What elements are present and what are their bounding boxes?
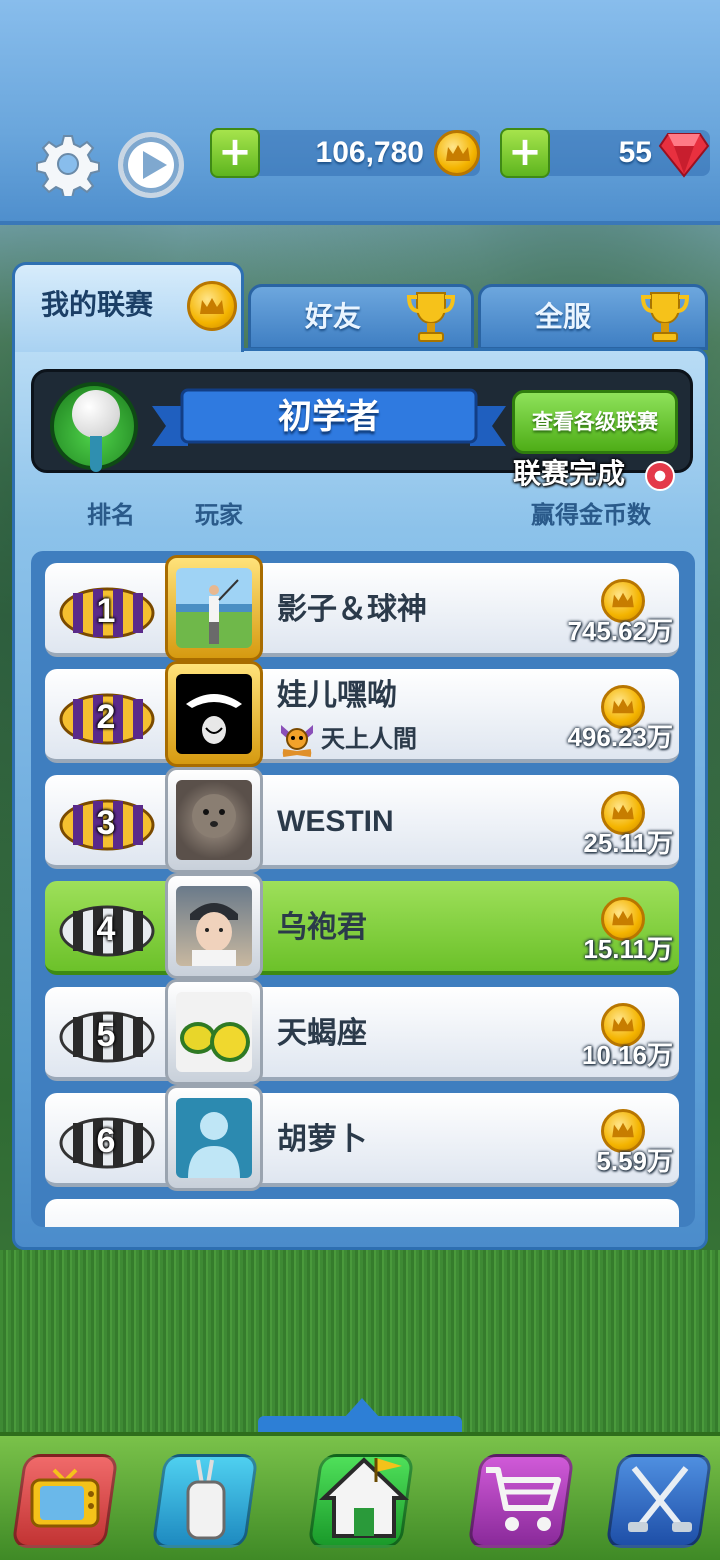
player-name: 影子＆球神	[277, 592, 427, 627]
gem-amount: 55	[618, 136, 652, 169]
player-name: 胡萝卜	[277, 1122, 367, 1157]
coin-counter: + 106,780	[210, 128, 480, 178]
column-header-player: 玩家	[195, 501, 243, 529]
tab-my-league[interactable]: 我的联赛	[12, 262, 244, 352]
avatar	[176, 780, 252, 860]
avatar	[176, 568, 252, 648]
player-name: 天蝎座	[277, 1016, 367, 1051]
skull-emblem-icon	[281, 725, 313, 757]
avatar-frame	[165, 979, 263, 1085]
golf-ball-icon	[50, 382, 138, 472]
default-avatar-icon	[188, 1112, 240, 1178]
league-status: 联赛完成	[513, 457, 626, 490]
table-row[interactable]: 5 天蝎座 10.16万	[45, 979, 679, 1085]
add-coins-button[interactable]: +	[210, 128, 260, 178]
play-icon	[143, 151, 167, 179]
tab-friends-label: 好友	[305, 300, 362, 333]
avatar-frame	[165, 873, 263, 979]
home-icon	[318, 1457, 410, 1538]
club-name: 天上人間	[321, 725, 417, 753]
nav-shop[interactable]	[466, 1446, 576, 1552]
avatar-frame	[165, 661, 263, 767]
tab-global-label: 全服	[535, 300, 592, 333]
gem-counter: + 55	[500, 128, 710, 178]
rank-number: 1	[96, 592, 116, 630]
crossed-clubs-icon	[628, 1466, 692, 1532]
view-leagues-button[interactable]: 查看各级联赛	[512, 390, 678, 454]
golf-bag-icon	[186, 1459, 226, 1540]
avatar	[176, 886, 252, 966]
rank-number: 3	[96, 804, 116, 842]
replay-button[interactable]	[118, 132, 184, 198]
reward-amount: 496.23万	[567, 722, 673, 752]
column-header-rank: 排名	[87, 501, 135, 529]
table-row[interactable]: 2 娃儿嘿呦 天上人間 496.23万	[45, 661, 679, 767]
leaderboard-list[interactable]: 1 影子＆球神 745.62万 2 娃儿嘿呦 天上人間 496.23万 3 WE…	[31, 551, 695, 1227]
rank-number: 2	[96, 698, 116, 736]
nav-home[interactable]	[306, 1446, 416, 1552]
league-panel: 初学者 查看各级联赛 联赛完成 排名 玩家 赢得金币数 1 影子＆球神 745.…	[12, 348, 708, 1250]
trophy-icon	[406, 292, 456, 342]
trophy-icon	[640, 292, 690, 342]
table-row[interactable]: 1 影子＆球神 745.62万	[45, 555, 679, 661]
avatar-frame	[165, 555, 263, 661]
column-header-coins: 赢得金币数	[531, 501, 651, 529]
league-tier-name: 初学者	[278, 397, 380, 437]
nav-tv[interactable]	[10, 1446, 120, 1552]
avatar	[176, 674, 252, 754]
coin-amount: 106,780	[315, 136, 424, 169]
nav-active-indicator	[344, 1398, 380, 1418]
reward-amount: 25.11万	[583, 828, 673, 858]
top-bar: + 106,780 + 55	[0, 0, 720, 225]
player-name: 娃儿嘿呦	[277, 678, 397, 713]
reward-amount: 15.11万	[583, 934, 673, 964]
avatar-frame	[165, 1085, 263, 1191]
table-row-partial[interactable]	[45, 1199, 679, 1227]
avatar	[176, 992, 252, 1072]
table-row-current-user[interactable]: 4 乌袍君 15.11万	[45, 873, 679, 979]
add-gems-button[interactable]: +	[500, 128, 550, 178]
shop-cart-icon	[486, 1467, 561, 1531]
player-name: 乌袍君	[277, 910, 367, 945]
rank-number: 6	[96, 1122, 116, 1160]
rank-number: 4	[96, 910, 116, 948]
coin-icon	[434, 130, 480, 176]
table-row[interactable]: 6 胡萝卜 5.59万	[45, 1085, 679, 1191]
tab-global[interactable]: 全服	[478, 284, 708, 350]
rank-number: 5	[96, 1016, 116, 1054]
reward-amount: 5.59万	[596, 1146, 673, 1176]
status-alert-icon	[645, 461, 675, 491]
table-row[interactable]: 3 WESTIN 25.11万	[45, 767, 679, 873]
nav-clubs[interactable]	[604, 1446, 714, 1552]
tab-my-league-label: 我的联赛	[41, 288, 154, 321]
avatar	[176, 1098, 252, 1178]
tab-friends[interactable]: 好友	[248, 284, 474, 350]
reward-amount: 10.16万	[581, 1040, 673, 1070]
gem-icon	[658, 133, 710, 178]
tv-icon	[30, 1468, 100, 1528]
crown-coin-icon	[187, 281, 237, 331]
player-name: WESTIN	[277, 805, 394, 838]
nav-equipment[interactable]	[150, 1446, 260, 1552]
club-tag: 天上人間	[277, 723, 417, 757]
reward-amount: 745.62万	[567, 616, 673, 646]
avatar-frame	[165, 767, 263, 873]
gear-icon[interactable]	[36, 132, 100, 196]
